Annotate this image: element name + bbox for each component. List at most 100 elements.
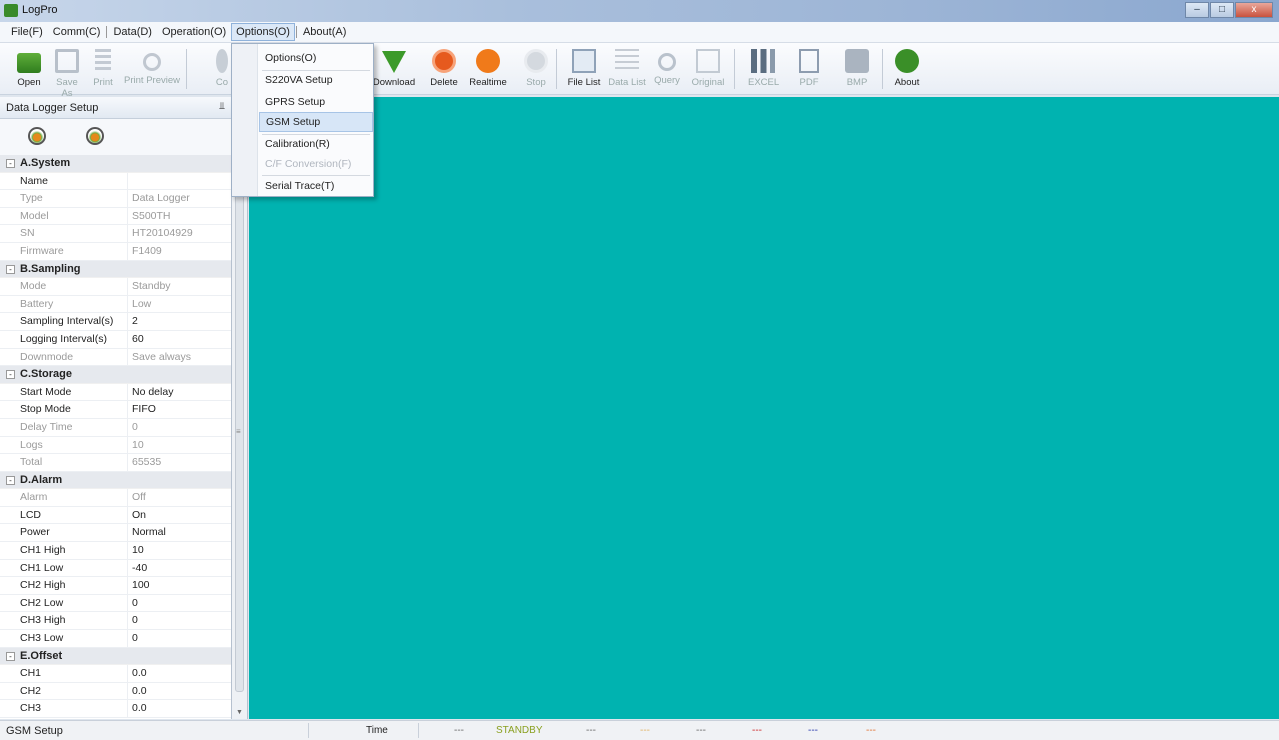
- delete-button[interactable]: Delete: [428, 49, 460, 88]
- property-row[interactable]: Alarm Off: [0, 489, 231, 507]
- property-value[interactable]: 60: [128, 331, 231, 348]
- section-header[interactable]: - D.Alarm: [0, 471, 231, 490]
- collapse-icon[interactable]: -: [6, 264, 15, 274]
- property-row[interactable]: Name: [0, 172, 231, 191]
- menu-data[interactable]: Data(D): [108, 23, 157, 41]
- property-row[interactable]: CH2 0.0: [0, 682, 231, 701]
- property-value[interactable]: 10: [128, 542, 231, 559]
- menu-item-calibration[interactable]: Calibration(R): [259, 134, 373, 154]
- realtime-button[interactable]: Realtime: [466, 49, 510, 88]
- property-value[interactable]: FIFO: [128, 401, 231, 418]
- connect-button[interactable]: Co: [214, 49, 230, 88]
- property-row[interactable]: Logs 10: [0, 436, 231, 455]
- menu-file[interactable]: File(F): [6, 23, 48, 41]
- collapse-icon[interactable]: -: [6, 370, 15, 380]
- property-row[interactable]: Logging Interval(s) 60: [0, 330, 231, 349]
- section-header[interactable]: - A.System: [0, 155, 231, 173]
- property-value[interactable]: 65535: [128, 454, 231, 471]
- pdf-button[interactable]: PDF: [794, 49, 824, 88]
- print-preview-button[interactable]: Print Preview: [122, 49, 182, 86]
- property-row[interactable]: Mode Standby: [0, 278, 231, 296]
- menu-item-gsm-setup[interactable]: GSM Setup: [259, 112, 373, 132]
- property-row[interactable]: SN HT20104929: [0, 225, 231, 243]
- excel-button[interactable]: EXCEL: [748, 49, 779, 88]
- download-button[interactable]: Download: [372, 49, 416, 88]
- property-row[interactable]: CH1 Low -40: [0, 559, 231, 578]
- property-row[interactable]: CH3 High 0: [0, 612, 231, 631]
- property-value[interactable]: 10: [128, 437, 231, 454]
- menu-operation[interactable]: Operation(O): [157, 23, 231, 41]
- property-row[interactable]: LCD On: [0, 506, 231, 525]
- menu-item-s220va-setup[interactable]: S220VA Setup: [259, 70, 373, 90]
- property-row[interactable]: Battery Low: [0, 295, 231, 314]
- property-value[interactable]: F1409: [128, 243, 231, 260]
- property-value[interactable]: On: [128, 507, 231, 524]
- property-value[interactable]: Off: [128, 489, 231, 506]
- property-value[interactable]: 0.0: [128, 683, 231, 700]
- maximize-button[interactable]: □: [1210, 2, 1234, 18]
- property-row[interactable]: Power Normal: [0, 524, 231, 543]
- section-header[interactable]: - E.Offset: [0, 647, 231, 666]
- property-value[interactable]: 2: [128, 313, 231, 330]
- menu-item-options[interactable]: Options(O): [259, 48, 373, 68]
- property-row[interactable]: Downmode Save always: [0, 348, 231, 367]
- property-value[interactable]: Save always: [128, 349, 231, 366]
- menu-item-cf-conversion[interactable]: C/F Conversion(F): [259, 154, 373, 174]
- menu-about[interactable]: About(A): [298, 23, 351, 41]
- minimize-button[interactable]: –: [1185, 2, 1209, 18]
- bmp-button[interactable]: BMP: [840, 49, 874, 88]
- query-button[interactable]: Query: [652, 49, 682, 86]
- stop-button[interactable]: Stop: [522, 49, 550, 88]
- file-list-button[interactable]: File List: [566, 49, 602, 88]
- property-value[interactable]: 0.0: [128, 700, 231, 717]
- property-row[interactable]: CH1 0.0: [0, 665, 231, 683]
- menu-options[interactable]: Options(O): [231, 23, 295, 41]
- scroll-down-icon[interactable]: ▼: [236, 709, 243, 716]
- property-value[interactable]: -40: [128, 560, 231, 577]
- collapse-icon[interactable]: -: [6, 159, 15, 168]
- open-button[interactable]: Open: [14, 49, 44, 88]
- property-row[interactable]: CH2 High 100: [0, 577, 231, 595]
- section-header[interactable]: - B.Sampling: [0, 260, 231, 279]
- menu-comm[interactable]: Comm(C): [48, 23, 106, 41]
- pin-icon[interactable]: ⫫: [219, 101, 225, 112]
- property-row[interactable]: Sampling Interval(s) 2: [0, 313, 231, 331]
- property-row[interactable]: CH2 Low 0: [0, 594, 231, 613]
- property-value[interactable]: Standby: [128, 278, 231, 295]
- property-value[interactable]: 0: [128, 630, 231, 647]
- about-button[interactable]: About: [890, 49, 924, 88]
- property-row[interactable]: CH3 0.0: [0, 700, 231, 718]
- property-value[interactable]: Low: [128, 296, 231, 313]
- menu-item-serial-trace[interactable]: Serial Trace(T): [259, 176, 373, 196]
- property-row[interactable]: CH1 High 10: [0, 542, 231, 560]
- section-header[interactable]: - C.Storage: [0, 366, 231, 384]
- property-row[interactable]: CH3 Low 0: [0, 630, 231, 648]
- save-as-button[interactable]: Save As: [50, 49, 84, 99]
- collapse-icon[interactable]: -: [6, 651, 15, 661]
- property-value[interactable]: Data Logger: [128, 190, 231, 207]
- property-row[interactable]: Model S500TH: [0, 207, 231, 226]
- property-value[interactable]: 0: [128, 419, 231, 436]
- property-row[interactable]: Firmware F1409: [0, 242, 231, 261]
- property-row[interactable]: Type Data Logger: [0, 190, 231, 208]
- property-value[interactable]: 0: [128, 612, 231, 629]
- close-button[interactable]: x: [1235, 2, 1273, 18]
- read-settings-icon[interactable]: [28, 127, 46, 145]
- original-button[interactable]: Original: [688, 49, 728, 88]
- data-list-button[interactable]: Data List: [608, 49, 646, 88]
- property-value[interactable]: 100: [128, 577, 231, 594]
- property-row[interactable]: Stop Mode FIFO: [0, 401, 231, 419]
- property-value[interactable]: S500TH: [128, 208, 231, 225]
- property-value[interactable]: HT20104929: [128, 225, 231, 242]
- property-row[interactable]: Start Mode No delay: [0, 383, 231, 402]
- property-value[interactable]: 0: [128, 595, 231, 612]
- property-value[interactable]: Normal: [128, 524, 231, 541]
- print-button[interactable]: Print: [90, 49, 116, 88]
- property-value[interactable]: No delay: [128, 384, 231, 401]
- menu-item-gprs-setup[interactable]: GPRS Setup: [259, 92, 373, 112]
- property-value[interactable]: 0.0: [128, 665, 231, 682]
- property-row[interactable]: Total 65535: [0, 454, 231, 472]
- collapse-icon[interactable]: -: [6, 475, 15, 485]
- write-settings-icon[interactable]: [86, 127, 104, 145]
- property-value[interactable]: [128, 173, 231, 190]
